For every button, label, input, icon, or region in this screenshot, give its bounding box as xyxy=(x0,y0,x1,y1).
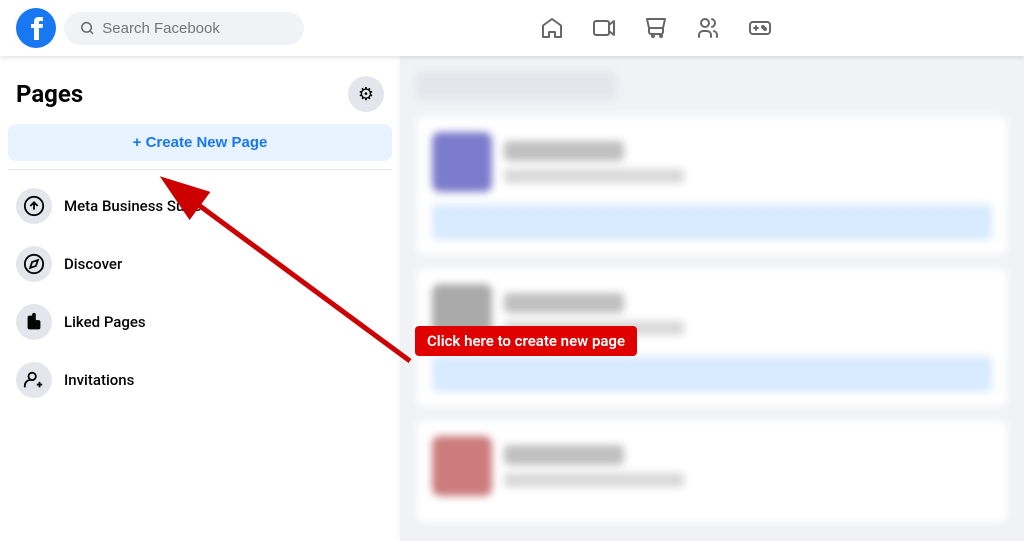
content-area xyxy=(400,56,1024,541)
friends-nav-button[interactable] xyxy=(684,4,732,52)
sidebar-item-label: Liked Pages xyxy=(64,313,146,331)
meta-business-icon xyxy=(16,188,52,224)
discover-icon xyxy=(16,246,52,282)
sidebar-header: Pages ⚙ xyxy=(8,72,392,124)
page-card-1 xyxy=(416,116,1008,256)
page-card-3 xyxy=(416,420,1008,524)
top-nav xyxy=(0,0,1024,56)
sidebar-item-invitations[interactable]: Invitations xyxy=(8,352,392,408)
create-new-page-button[interactable]: + Create New Page xyxy=(8,124,392,161)
sidebar-item-liked-pages[interactable]: Liked Pages xyxy=(8,294,392,350)
sidebar-item-meta-business[interactable]: Meta Business Suite xyxy=(8,178,392,234)
settings-button[interactable]: ⚙ xyxy=(348,76,384,112)
liked-pages-icon xyxy=(16,304,52,340)
sidebar-item-label: Invitations xyxy=(64,371,134,389)
gaming-nav-button[interactable] xyxy=(736,4,784,52)
search-bar[interactable] xyxy=(64,12,304,45)
marketplace-nav-button[interactable] xyxy=(632,4,680,52)
divider xyxy=(8,169,392,170)
sidebar: Pages ⚙ + Create New Page Meta Business … xyxy=(0,56,400,541)
page-card-2 xyxy=(416,268,1008,408)
nav-icons xyxy=(304,4,1008,52)
content-header-blur xyxy=(416,72,616,100)
home-nav-button[interactable] xyxy=(528,4,576,52)
invitations-icon xyxy=(16,362,52,398)
facebook-logo-icon xyxy=(16,8,56,48)
search-input[interactable] xyxy=(102,20,288,37)
sidebar-title: Pages xyxy=(16,80,83,108)
sidebar-item-label: Discover xyxy=(64,255,122,273)
video-nav-button[interactable] xyxy=(580,4,628,52)
main-layout: Pages ⚙ + Create New Page Meta Business … xyxy=(0,56,1024,541)
sidebar-item-label: Meta Business Suite xyxy=(64,197,201,215)
sidebar-item-discover[interactable]: Discover xyxy=(8,236,392,292)
search-icon xyxy=(80,20,94,36)
